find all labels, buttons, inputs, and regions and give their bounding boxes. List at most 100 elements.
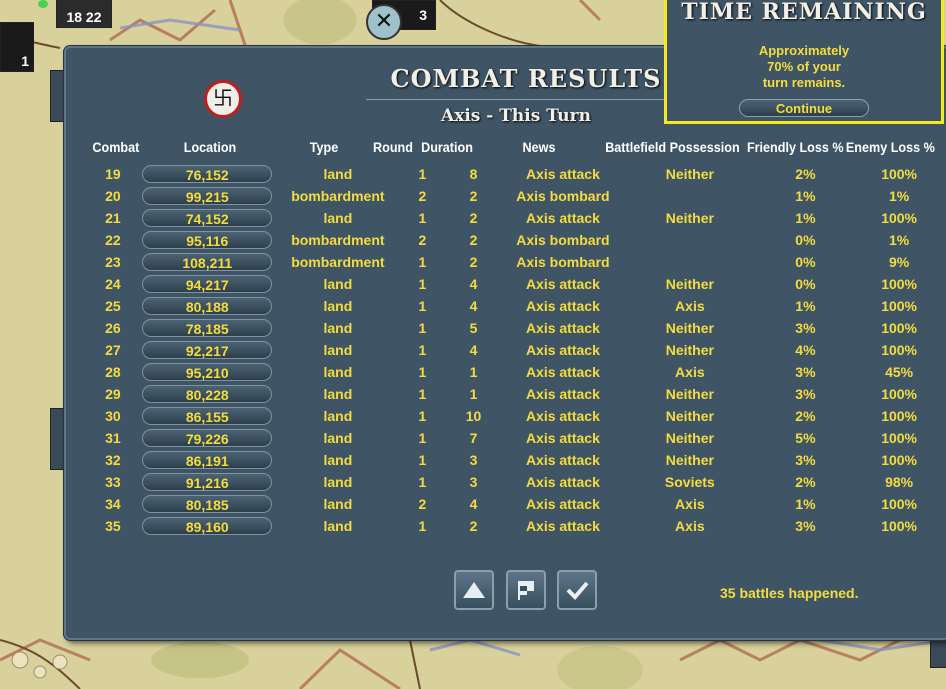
header-friendly-loss: Friendly Loss % bbox=[746, 139, 844, 155]
location-button[interactable]: 94,217 bbox=[142, 275, 273, 293]
location-button[interactable]: 78,185 bbox=[142, 319, 273, 337]
type-cell: land bbox=[323, 430, 353, 446]
friendly-loss-cell: 5% bbox=[795, 430, 816, 446]
enemy-loss-cell: 100% bbox=[881, 342, 917, 358]
location-button[interactable]: 86,155 bbox=[142, 407, 273, 425]
combat-cell: 20 bbox=[105, 188, 121, 204]
possession-cell: Neither bbox=[665, 276, 714, 292]
location-button[interactable]: 80,228 bbox=[142, 385, 273, 403]
combat-cell: 31 bbox=[105, 430, 121, 446]
friendly-loss-cell: 3% bbox=[795, 364, 816, 380]
enemy-loss-cell: 100% bbox=[881, 452, 917, 468]
combat-cell: 33 bbox=[105, 474, 121, 490]
location-button[interactable]: 95,210 bbox=[142, 363, 273, 381]
duration-cell: 2 bbox=[469, 232, 478, 248]
round-cell: 2 bbox=[418, 232, 427, 248]
unit-counter-left[interactable]: 1 bbox=[0, 22, 34, 72]
location-button[interactable]: 91,216 bbox=[142, 473, 273, 491]
location-cell: 74,152 bbox=[141, 207, 273, 229]
round-cell: 1 bbox=[418, 298, 427, 314]
table-row: 35 89,160 land 1 2 Axis attack Axis 3% 100% bbox=[90, 515, 946, 537]
duration-cell: 4 bbox=[469, 496, 478, 512]
location-cell: 86,155 bbox=[141, 405, 273, 427]
type-cell: bombardment bbox=[291, 254, 385, 270]
location-button[interactable]: 79,226 bbox=[142, 429, 273, 447]
duration-cell: 2 bbox=[469, 210, 478, 226]
location-button[interactable]: 92,217 bbox=[142, 341, 273, 359]
unit-counter-top-left[interactable]: 18 22 bbox=[56, 0, 112, 28]
header-possession: Battlefield Possession bbox=[605, 139, 740, 155]
friendly-loss-cell: 0% bbox=[795, 254, 816, 270]
time-remaining-panel: TIME REMAINING Approximately 70% of your… bbox=[664, 0, 944, 124]
duration-cell: 1 bbox=[469, 386, 478, 402]
artillery-cross-icon: ✕ bbox=[366, 4, 402, 40]
type-cell: land bbox=[323, 474, 353, 490]
header-combat: Combat bbox=[92, 139, 140, 155]
time-remaining-text: Approximately 70% of your turn remains. bbox=[667, 43, 941, 91]
round-cell: 1 bbox=[418, 474, 427, 490]
combat-cell: 32 bbox=[105, 452, 121, 468]
possession-cell: Axis bbox=[675, 496, 705, 512]
news-cell: Axis attack bbox=[525, 408, 600, 424]
news-cell: Axis attack bbox=[525, 166, 600, 182]
location-button[interactable]: 108,211 bbox=[142, 253, 273, 271]
side-tab[interactable] bbox=[930, 636, 946, 668]
round-cell: 1 bbox=[418, 430, 427, 446]
title-divider bbox=[366, 99, 666, 100]
location-cell: 95,116 bbox=[141, 229, 273, 251]
round-cell: 1 bbox=[418, 320, 427, 336]
time-remaining-title: TIME REMAINING bbox=[681, 0, 927, 25]
location-button[interactable]: 89,160 bbox=[142, 517, 273, 535]
location-button[interactable]: 95,116 bbox=[142, 231, 273, 249]
possession-cell bbox=[621, 229, 759, 251]
combat-cell: 27 bbox=[105, 342, 121, 358]
enemy-loss-cell: 100% bbox=[881, 166, 917, 182]
news-cell: Axis attack bbox=[525, 518, 600, 534]
scroll-up-button[interactable] bbox=[454, 570, 494, 610]
location-button[interactable]: 74,152 bbox=[142, 209, 273, 227]
header-duration: Duration bbox=[421, 139, 473, 155]
confirm-button[interactable] bbox=[557, 570, 597, 610]
flag-icon bbox=[518, 581, 534, 600]
location-cell: 94,217 bbox=[141, 273, 273, 295]
location-button[interactable]: 86,191 bbox=[142, 451, 273, 469]
duration-cell: 2 bbox=[469, 254, 478, 270]
flag-button[interactable] bbox=[506, 570, 546, 610]
combat-cell: 25 bbox=[105, 298, 121, 314]
enemy-loss-cell: 100% bbox=[881, 276, 917, 292]
location-button[interactable]: 99,215 bbox=[142, 187, 273, 205]
enemy-loss-cell: 100% bbox=[881, 430, 917, 446]
table-row: 29 80,228 land 1 1 Axis attack Neither 3% 100% bbox=[90, 383, 946, 405]
duration-cell: 7 bbox=[469, 430, 478, 446]
location-button[interactable]: 80,185 bbox=[142, 495, 273, 513]
header-enemy-loss: Enemy Loss % bbox=[845, 139, 935, 155]
combat-results-table: 19 76,152 land 1 8 Axis attack Neither 2% 100% 20… bbox=[90, 163, 946, 537]
location-cell: 108,211 bbox=[141, 251, 273, 273]
table-row: 25 80,188 land 1 4 Axis attack Axis 1% 100% bbox=[90, 295, 946, 317]
round-cell: 2 bbox=[418, 188, 427, 204]
duration-cell: 4 bbox=[469, 276, 478, 292]
news-cell: Axis attack bbox=[525, 430, 600, 446]
table-row: 23 108,211 bombardment 1 2 Axis bombard 0% 9% bbox=[90, 251, 946, 273]
location-cell: 80,188 bbox=[141, 295, 273, 317]
location-button[interactable]: 80,188 bbox=[142, 297, 273, 315]
type-cell: land bbox=[323, 166, 353, 182]
combat-cell: 30 bbox=[105, 408, 121, 424]
possession-cell: Neither bbox=[665, 386, 714, 402]
news-cell: Axis attack bbox=[525, 474, 600, 490]
table-row: 21 74,152 land 1 2 Axis attack Neither 1% 100% bbox=[90, 207, 946, 229]
table-row: 22 95,116 bombardment 2 2 Axis bombard 0% 1% bbox=[90, 229, 946, 251]
news-cell: Axis attack bbox=[525, 386, 600, 402]
location-cell: 99,215 bbox=[141, 185, 273, 207]
combat-cell: 23 bbox=[105, 254, 121, 270]
type-cell: bombardment bbox=[291, 232, 385, 248]
type-cell: land bbox=[323, 320, 353, 336]
continue-button[interactable]: Continue bbox=[739, 99, 869, 117]
green-dot-icon bbox=[38, 0, 48, 8]
possession-cell: Neither bbox=[665, 430, 714, 446]
table-row: 31 79,226 land 1 7 Axis attack Neither 5% 100% bbox=[90, 427, 946, 449]
type-cell: land bbox=[323, 408, 353, 424]
location-button[interactable]: 76,152 bbox=[142, 165, 273, 183]
possession-cell: Neither bbox=[665, 320, 714, 336]
location-cell: 80,228 bbox=[141, 383, 273, 405]
